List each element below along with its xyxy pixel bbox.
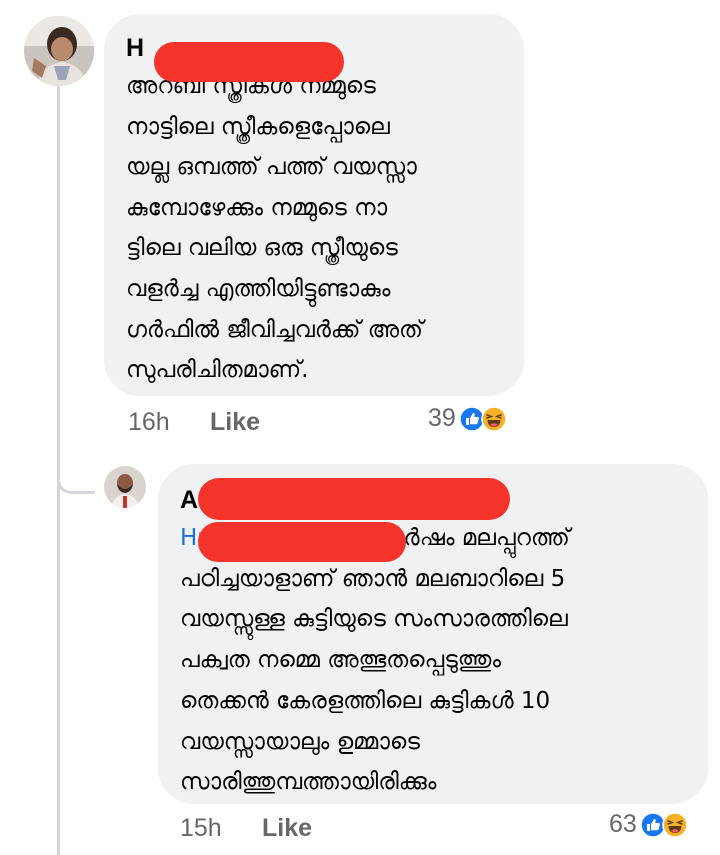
comment-text-line: പക്വത നമ്മെ അത്ഭുതപ്പെടുത്തും	[180, 647, 501, 674]
comment-text-line: പഠിച്ചയാളാണ് ഞാൻ മലബാറിലെ 5	[180, 565, 566, 592]
author-name[interactable]: H	[126, 34, 144, 62]
redaction-mark	[154, 42, 344, 82]
comment-text-line: വയസ്സുള്ള കുട്ടിയുടെ സംസാരത്തിലെ	[180, 606, 568, 633]
comment-timestamp[interactable]: 16h	[128, 408, 170, 437]
reply-bubble: A Huaf 9 വർഷം മലപ്പുറത്ത് പഠിച്ചയാളാണ് ഞ…	[158, 464, 708, 804]
haha-reaction-icon	[481, 405, 507, 432]
reaction-summary[interactable]: 63	[609, 810, 688, 839]
profile-photo	[104, 466, 146, 508]
avatar[interactable]	[104, 466, 146, 508]
reaction-count: 63	[609, 810, 637, 838]
like-button[interactable]: Like	[262, 814, 312, 843]
comment-text-line: നാട്ടിലെ സ്ത്രീകളെപ്പോലെ	[126, 113, 390, 140]
reaction-summary[interactable]: 39	[428, 404, 507, 433]
comment-text-line: തെക്കൻ കേരളത്തിലെ കുട്ടികൾ 10	[180, 687, 551, 714]
comment-text-line: ട്ടിലെ വലിയ ഒരു സ്ത്രീയുടെ	[126, 235, 398, 262]
redaction-mark	[198, 522, 406, 562]
avatar[interactable]	[24, 16, 94, 86]
comment-text-line: സാരിത്തുമ്പത്തായിരിക്കും	[180, 769, 437, 796]
profile-photo	[24, 16, 94, 86]
comment-text: അറബി സ്ത്രീകൾ നമ്മുടെ നാട്ടിലെ സ്ത്രീകളെ…	[126, 66, 524, 391]
like-button[interactable]: Like	[210, 408, 260, 437]
reaction-count: 39	[428, 404, 456, 432]
comment-text-line: സുപരിചിതമാണ്.	[126, 357, 309, 384]
haha-reaction-icon	[662, 811, 688, 838]
comment-text-line: വയസ്സായാലും ഉമ്മാടെ	[180, 728, 420, 755]
author-name[interactable]: A	[180, 486, 198, 514]
comment-author[interactable]: H	[126, 32, 524, 82]
comment-text-line: ഗർഫിൽ ജീവിച്ചവർക്ക് അത്	[126, 316, 424, 343]
comment-timestamp[interactable]: 15h	[180, 814, 222, 843]
comment-text-line: കുമ്പോഴേക്കും നമ്മുടെ നാ	[126, 194, 388, 221]
comment-text-line: വളർച്ച എത്തിയിട്ടുണ്ടാകും	[126, 275, 391, 302]
comment-bubble: H അറബി സ്ത്രീകൾ നമ്മുടെ നാട്ടിലെ സ്ത്രീക…	[104, 14, 524, 396]
reply-connector	[57, 476, 95, 494]
comment-text-line: യല്ല ഒമ്പത്ത് പത്ത് വയസ്സാ	[126, 154, 417, 181]
thread-line	[57, 86, 60, 855]
redaction-mark	[198, 478, 510, 520]
